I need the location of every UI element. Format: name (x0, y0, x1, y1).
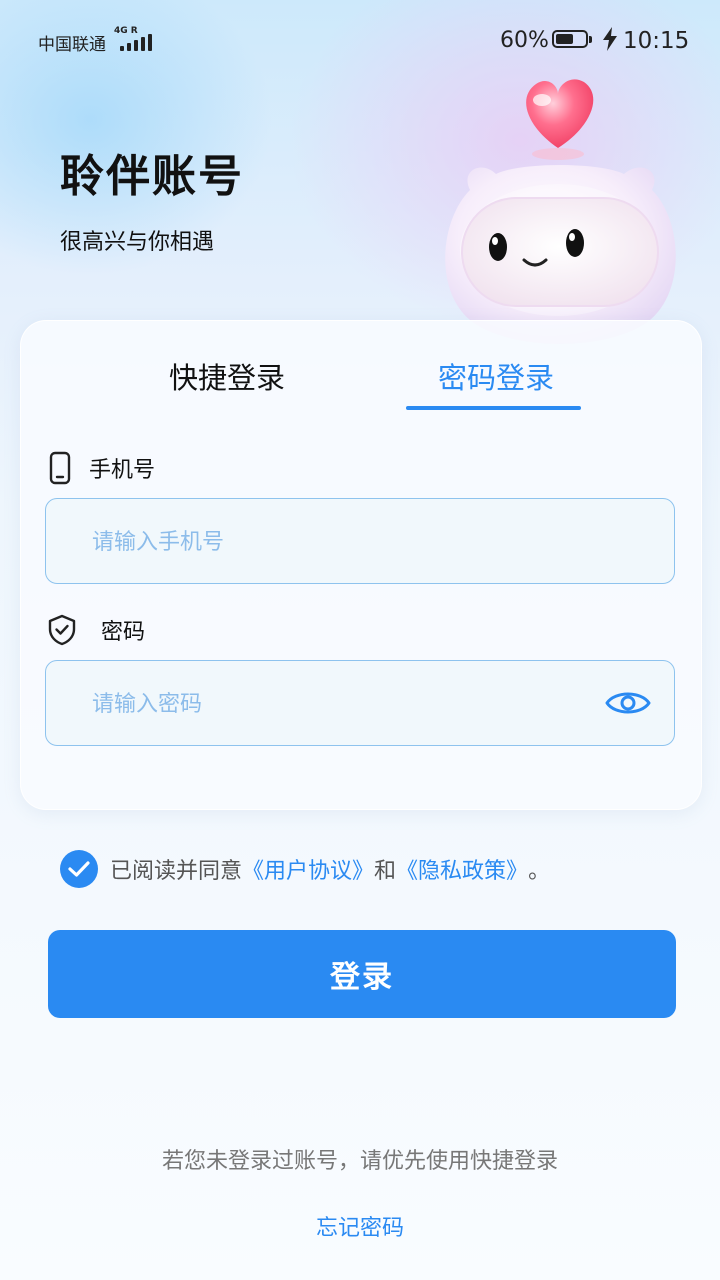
page-subtitle: 很高兴与你相遇 (60, 230, 215, 255)
mascot-illustration (445, 79, 676, 344)
tab-quick-login[interactable]: 快捷登录 (127, 355, 327, 397)
privacy-policy-link[interactable]: 《隐私政策》 (396, 853, 528, 885)
phone-field (45, 498, 675, 585)
phone-input[interactable] (90, 499, 564, 585)
password-input[interactable] (90, 661, 564, 747)
password-label-row: 密码 (47, 614, 145, 646)
shield-icon (48, 614, 76, 646)
agreement-row: 已阅读并同意 《用户协议》 和 《隐私政策》 。 (60, 850, 550, 888)
login-button[interactable]: 登录 (48, 930, 676, 1018)
phone-label-row: 手机号 (47, 451, 155, 485)
password-field (45, 660, 675, 747)
agreement-checkbox[interactable] (60, 850, 98, 888)
battery-icon (552, 30, 594, 50)
battery-percent: 60% (500, 28, 549, 53)
forgot-password-link[interactable]: 忘记密码 (316, 1216, 404, 1241)
forgot-password-row: 忘记密码 (0, 1210, 720, 1242)
clock: 10:15 (623, 28, 690, 54)
agreement-suffix: 。 (528, 859, 551, 884)
tab-password-login[interactable]: 密码登录 (396, 355, 596, 397)
carrier-name: 中国联通 (38, 35, 106, 55)
active-tab-indicator (406, 406, 581, 410)
page-title: 聆伴账号 (60, 151, 244, 202)
quick-login-hint: 若您未登录过账号，请优先使用快捷登录 (161, 1149, 558, 1174)
password-label: 密码 (101, 620, 146, 645)
agreement-and: 和 (374, 859, 397, 884)
login-card: 快捷登录 密码登录 手机号 密码 (20, 320, 702, 810)
phone-icon (49, 451, 71, 485)
user-agreement-link[interactable]: 《用户协议》 (242, 853, 374, 885)
charging-icon (603, 27, 617, 51)
eye-icon[interactable] (604, 685, 652, 721)
agreement-prefix: 已阅读并同意 (110, 859, 243, 884)
checkmark-icon (68, 861, 90, 877)
status-bar: 中国联通 4G R 60% 10:15 (0, 0, 720, 80)
phone-label: 手机号 (89, 458, 156, 483)
signal-icon: 4G R (114, 26, 160, 52)
